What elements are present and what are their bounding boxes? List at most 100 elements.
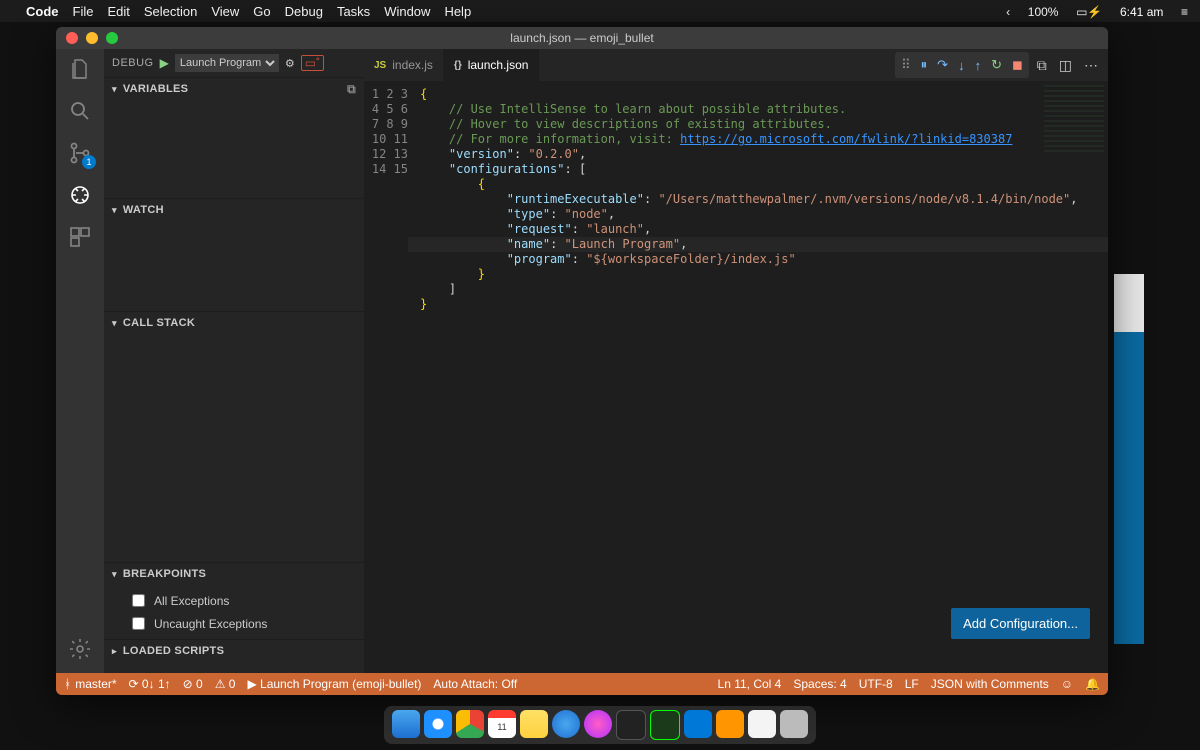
warnings-count[interactable]: ⚠ 0 (215, 677, 236, 691)
watch-panel[interactable]: ▾ WATCH (104, 198, 364, 311)
dock-calendar[interactable]: 11 (488, 710, 516, 738)
loaded-scripts-panel[interactable]: ▸LOADED SCRIPTS (104, 639, 364, 662)
dock-chrome[interactable] (456, 710, 484, 738)
watch-title: WATCH (123, 204, 164, 216)
breakpoints-panel[interactable]: ▾BREAKPOINTS All Exceptions Uncaught Exc… (104, 562, 364, 639)
dock-iterm[interactable] (650, 710, 680, 740)
extensions-icon[interactable] (68, 225, 92, 249)
debug-console-icon[interactable]: ▭˚ (301, 55, 324, 71)
step-out-icon[interactable]: ↑ (975, 58, 982, 73)
debug-toolbar: DEBUG ▶ Launch Program ⚙ ▭˚ (104, 49, 364, 77)
dock-vscode[interactable] (684, 710, 712, 738)
indent-setting[interactable]: Spaces: 4 (793, 677, 846, 691)
app-name[interactable]: Code (26, 4, 59, 19)
git-branch[interactable]: ᚼ master* (64, 677, 117, 691)
variables-panel[interactable]: ▾VARIABLES⧉ (104, 77, 364, 198)
add-configuration-button[interactable]: Add Configuration... (951, 608, 1090, 639)
titlebar[interactable]: launch.json — emoji_bullet (56, 27, 1108, 49)
chevron-down-icon: ▾ (112, 205, 117, 216)
step-into-icon[interactable]: ↓ (958, 58, 965, 73)
dock-messenger[interactable] (552, 710, 580, 738)
nav-prev-icon[interactable]: ‹ (1006, 5, 1010, 19)
restart-icon[interactable]: ↻ (991, 57, 1002, 73)
collapse-all-icon[interactable]: ⧉ (347, 82, 356, 97)
variables-title: VARIABLES (123, 83, 188, 95)
errors-count[interactable]: ⊘ 0 (183, 677, 203, 691)
loaded-scripts-title: LOADED SCRIPTS (123, 645, 224, 657)
line-gutter[interactable]: 1 2 3 4 5 6 7 8 9 10 11 12 13 14 15 (364, 81, 420, 673)
menu-tasks[interactable]: Tasks (337, 4, 370, 19)
code-content[interactable]: { // Use IntelliSense to learn about pos… (420, 81, 1108, 673)
menu-help[interactable]: Help (444, 4, 471, 19)
dock-terminal[interactable] (616, 710, 646, 740)
json-file-icon: {} (454, 60, 462, 71)
battery-icon[interactable]: ▭⚡ (1076, 5, 1102, 19)
tab-bar: JSindex.js {}launch.json ⠿ ⏸ ↷ ↓ ↑ ↻ ◼ ⧉… (364, 49, 1108, 81)
tab-index-js[interactable]: JSindex.js (364, 49, 444, 81)
debug-status[interactable]: ▶ Launch Program (emoji-bullet) (247, 677, 421, 691)
dock-itunes[interactable] (584, 710, 612, 738)
clock[interactable]: 6:41 am (1120, 5, 1163, 19)
drag-handle-icon[interactable]: ⠿ (901, 57, 911, 73)
search-icon[interactable] (68, 99, 92, 123)
dock-finder[interactable] (392, 710, 420, 738)
code-editor[interactable]: 1 2 3 4 5 6 7 8 9 10 11 12 13 14 15 { //… (364, 81, 1108, 673)
debug-floating-toolbar[interactable]: ⠿ ⏸ ↷ ↓ ↑ ↻ ◼ (895, 52, 1029, 78)
vscode-window: launch.json — emoji_bullet 1 DEBUG ▶ Lau… (56, 27, 1108, 695)
bp-uncaught-checkbox[interactable] (132, 617, 145, 630)
menu-selection[interactable]: Selection (144, 4, 197, 19)
compare-icon[interactable]: ⧉ (1037, 57, 1047, 74)
editor-group: JSindex.js {}launch.json ⠿ ⏸ ↷ ↓ ↑ ↻ ◼ ⧉… (364, 49, 1108, 673)
background-window-edge (1114, 274, 1144, 644)
bp-all-checkbox[interactable] (132, 594, 145, 607)
start-debug-icon[interactable]: ▶ (160, 56, 169, 70)
menu-edit[interactable]: Edit (107, 4, 129, 19)
cursor-position[interactable]: Ln 11, Col 4 (718, 677, 782, 691)
chevron-down-icon: ▾ (112, 569, 117, 580)
dock-trash[interactable] (780, 710, 808, 738)
dock-textedit[interactable] (748, 710, 776, 738)
debug-sidebar: DEBUG ▶ Launch Program ⚙ ▭˚ ▾VARIABLES⧉ … (104, 49, 364, 673)
menu-debug[interactable]: Debug (285, 4, 323, 19)
menu-view[interactable]: View (211, 4, 239, 19)
menu-list-icon[interactable]: ≡ (1181, 5, 1188, 19)
tab-launch-json[interactable]: {}launch.json (444, 49, 540, 81)
menu-window[interactable]: Window (384, 4, 430, 19)
callstack-panel[interactable]: ▾ CALL STACK (104, 311, 364, 562)
encoding[interactable]: UTF-8 (859, 677, 893, 691)
bell-icon[interactable]: 🔔 (1085, 677, 1100, 691)
debug-config-select[interactable]: Launch Program (175, 54, 279, 72)
stop-icon[interactable]: ◼ (1012, 57, 1023, 73)
git-sync[interactable]: ⟳ 0↓ 1↑ (129, 677, 171, 691)
debug-label: DEBUG (112, 57, 154, 69)
step-over-icon[interactable]: ↷ (937, 57, 948, 73)
status-bar: ᚼ master* ⟳ 0↓ 1↑ ⊘ 0 ⚠ 0 ▶ Launch Progr… (56, 673, 1108, 695)
auto-attach[interactable]: Auto Attach: Off (433, 677, 517, 691)
callstack-title: CALL STACK (123, 317, 195, 329)
dock-safari[interactable] (424, 710, 452, 738)
bp-uncaught-exceptions[interactable]: Uncaught Exceptions (128, 612, 356, 635)
split-editor-icon[interactable]: ◫ (1059, 57, 1072, 74)
menu-go[interactable]: Go (253, 4, 270, 19)
feedback-icon[interactable]: ☺ (1061, 677, 1073, 691)
eol[interactable]: LF (905, 677, 919, 691)
menu-file[interactable]: File (73, 4, 94, 19)
language-mode[interactable]: JSON with Comments (931, 677, 1049, 691)
debug-settings-icon[interactable]: ⚙ (285, 57, 295, 70)
chevron-down-icon: ▾ (112, 318, 117, 329)
window-title: launch.json — emoji_bullet (56, 31, 1108, 45)
current-line-highlight (408, 237, 1108, 252)
battery-text[interactable]: 100% (1028, 5, 1059, 19)
dock-notes[interactable] (520, 710, 548, 738)
more-icon[interactable]: ⋯ (1084, 57, 1098, 74)
scm-badge: 1 (82, 155, 96, 169)
pause-icon[interactable]: ⏸ (921, 57, 928, 73)
explorer-icon[interactable] (68, 57, 92, 81)
bp-all-exceptions[interactable]: All Exceptions (128, 589, 356, 612)
dock-sublime[interactable] (716, 710, 744, 738)
debug-icon[interactable] (68, 183, 92, 207)
source-control-icon[interactable]: 1 (68, 141, 92, 165)
settings-gear-icon[interactable] (68, 637, 92, 661)
activity-bar: 1 (56, 49, 104, 673)
macos-dock[interactable]: 11 (384, 706, 816, 744)
